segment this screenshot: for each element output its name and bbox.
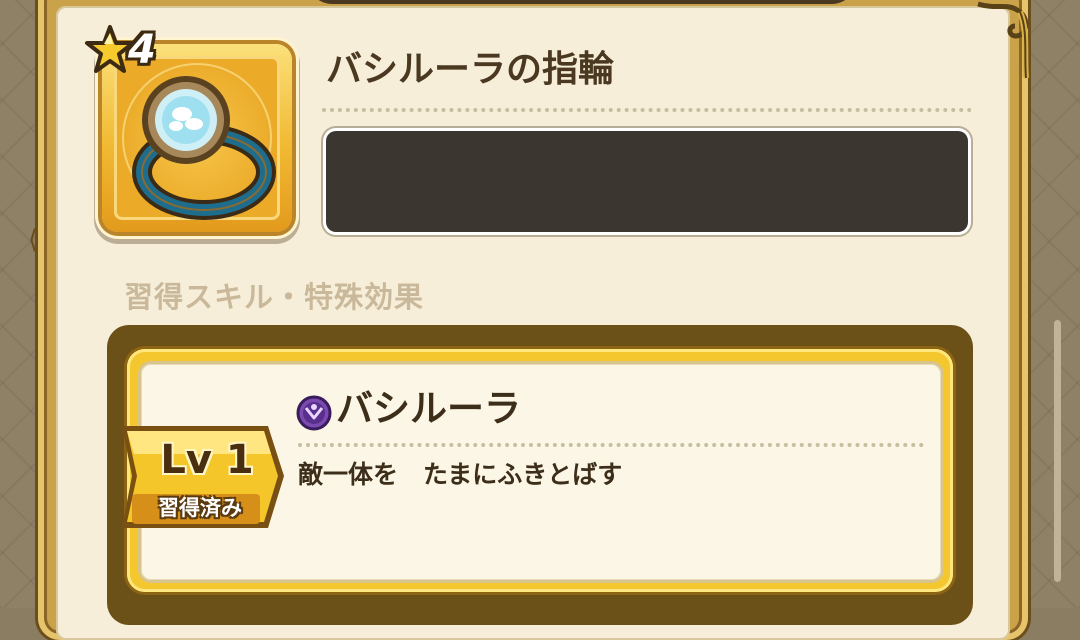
top-tab-edge	[308, 0, 856, 4]
section-label: 習得スキル・特殊効果	[124, 280, 425, 314]
corner-ornament-icon	[968, 0, 1038, 80]
skill-description: 敵一体を たまにふきとばす	[298, 460, 623, 489]
divider	[322, 108, 972, 112]
level-text: Lv 1	[160, 437, 254, 483]
item-name: バシルーラの指輪	[326, 49, 615, 90]
divider	[298, 443, 924, 447]
skill-name: バシルーラ	[336, 387, 521, 430]
learned-status: 習得済み	[158, 496, 242, 520]
left-ornament-icon: ⟨	[28, 225, 39, 255]
skill-type-icon	[296, 395, 332, 431]
scrollbar[interactable]	[1054, 320, 1061, 582]
rarity-number: 4	[128, 27, 156, 73]
item-description-box	[326, 131, 968, 232]
